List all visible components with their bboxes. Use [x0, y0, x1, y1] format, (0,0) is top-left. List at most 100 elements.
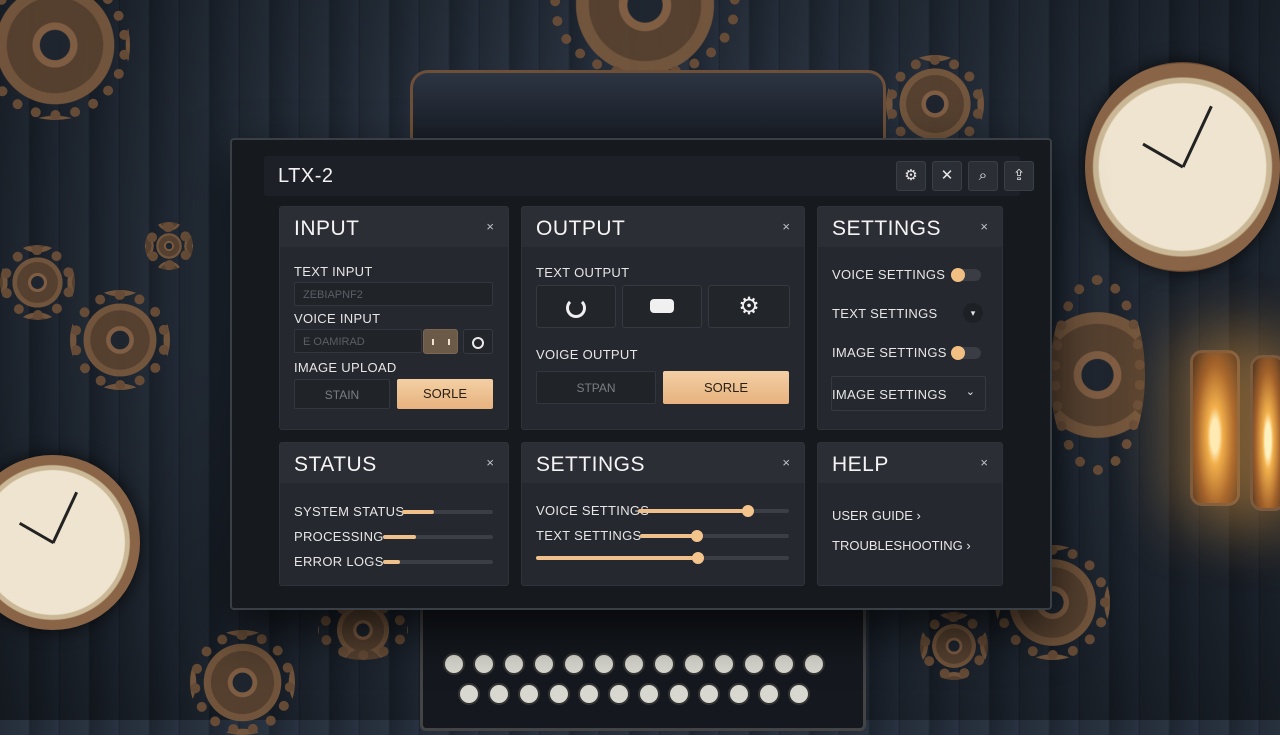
- key-decoration: [623, 653, 645, 675]
- text-settings-slider-label: TEXT SETTINGS: [536, 528, 642, 543]
- gear-decoration-icon: [190, 630, 295, 735]
- gear-icon: ⚙: [738, 293, 760, 320]
- user-button[interactable]: [463, 329, 493, 354]
- tools-button[interactable]: ✕: [932, 161, 962, 191]
- key-decoration: [743, 653, 765, 675]
- unlabeled-settings-slider[interactable]: [536, 552, 789, 564]
- panel-title: HELP: [832, 453, 889, 476]
- clock-decoration-icon: [1085, 62, 1280, 272]
- share-button[interactable]: ⇪: [1004, 161, 1034, 191]
- slider-thumb[interactable]: [691, 552, 704, 564]
- slider-thumb[interactable]: [690, 530, 703, 542]
- key-decoration: [803, 653, 825, 675]
- refresh-icon: [566, 298, 586, 318]
- error-logs-progress-bar: [383, 560, 493, 564]
- key-decoration: [653, 653, 675, 675]
- processing-progress-bar: [383, 535, 493, 539]
- output-panel: OUTPUT × TEXT OUTPUT ⚙ VOIGE OUTPUT STPA…: [521, 206, 805, 430]
- text-settings-slider[interactable]: [640, 530, 789, 542]
- text-input-field[interactable]: ZEBIAPNF2: [294, 282, 493, 306]
- image-settings-dropdown-label: IMAGE SETTINGS: [832, 387, 947, 402]
- close-icon[interactable]: ×: [486, 455, 494, 470]
- status-panel: STATUS × SYSTEM STATUS PROCESSING ERROR …: [279, 442, 509, 586]
- key-decoration: [473, 653, 495, 675]
- gear-decoration-icon: [920, 612, 988, 680]
- stain-button[interactable]: STAIN: [294, 379, 390, 409]
- close-icon[interactable]: ×: [782, 219, 790, 234]
- key-decoration: [788, 683, 810, 705]
- key-decoration: [518, 683, 540, 705]
- close-icon[interactable]: ×: [980, 455, 988, 470]
- voice-settings-label: VOICE SETTINGS: [832, 267, 946, 282]
- image-settings-dropdown[interactable]: IMAGE SETTINGS ⌄: [831, 376, 986, 411]
- text-settings-expand-button[interactable]: ▾: [963, 303, 983, 323]
- media-output-button[interactable]: [622, 285, 702, 328]
- status-row-label: ERROR LOGS: [294, 554, 384, 569]
- troubleshooting-link[interactable]: TROUBLESHOOTING ›: [832, 538, 971, 553]
- key-decoration: [773, 653, 795, 675]
- key-decoration: [578, 683, 600, 705]
- help-panel: HELP × USER GUIDE › TROUBLESHOOTING ›: [817, 442, 1003, 586]
- key-decoration: [683, 653, 705, 675]
- title-bar: LTX-2 ⚙ ✕ ⌕ ⇪: [264, 156, 1034, 196]
- settings-panel-header: SETTINGS ×: [818, 207, 1002, 247]
- sorle-output-button[interactable]: SORLE: [663, 371, 789, 404]
- input-panel-header: INPUT ×: [280, 207, 508, 247]
- refresh-output-button[interactable]: [536, 285, 616, 328]
- gear-decoration-icon: [145, 222, 193, 270]
- user-guide-link[interactable]: USER GUIDE ›: [832, 508, 921, 523]
- progress-fill: [383, 560, 400, 564]
- app-window: LTX-2 ⚙ ✕ ⌕ ⇪ INPUT × TEXT INPUT ZEBIAPN…: [230, 138, 1052, 610]
- key-decoration: [713, 653, 735, 675]
- key-decoration: [728, 683, 750, 705]
- gear-decoration-icon: [1050, 275, 1145, 475]
- key-decoration: [533, 653, 555, 675]
- image-settings-label: IMAGE SETTINGS: [832, 345, 947, 360]
- voice-settings-slider-label: VOICE SETTINGS: [536, 503, 650, 518]
- status-progress-bar: [402, 510, 493, 514]
- image-settings-toggle[interactable]: [951, 346, 981, 360]
- status-row-label: SYSTEM STATUS: [294, 504, 405, 519]
- close-icon[interactable]: ×: [486, 219, 494, 234]
- voice-input-field[interactable]: E OAMIRAD: [294, 329, 422, 353]
- search-icon: ⌕: [978, 167, 988, 184]
- input-panel: INPUT × TEXT INPUT ZEBIAPNF2 VOICE INPUT…: [279, 206, 509, 430]
- progress-fill: [383, 535, 416, 539]
- record-button[interactable]: [423, 329, 458, 354]
- chevron-down-icon: ▾: [970, 308, 976, 318]
- voice-settings-toggle[interactable]: [951, 268, 981, 282]
- close-icon[interactable]: ×: [782, 455, 790, 470]
- panel-title: SETTINGS: [832, 217, 942, 240]
- output-settings-button[interactable]: ⚙: [708, 285, 790, 328]
- gear-decoration-icon: [0, 245, 75, 320]
- key-decoration: [668, 683, 690, 705]
- progress-fill: [402, 510, 434, 514]
- slider-thumb[interactable]: [742, 505, 755, 517]
- voice-settings-slider[interactable]: [638, 505, 789, 517]
- share-icon: ⇪: [1012, 167, 1026, 184]
- stpan-button[interactable]: STPAN: [536, 371, 656, 404]
- settings-panel: SETTINGS × VOICE SETTINGS TEXT SETTINGS …: [817, 206, 1003, 430]
- voice-input-label: VOICE INPUT: [294, 311, 381, 326]
- key-decoration: [593, 653, 615, 675]
- settings-sliders-panel: SETTINGS × VOICE SETTINGS TEXT SETTINGS: [521, 442, 805, 586]
- lamp-decoration-icon: [1250, 355, 1280, 511]
- sorle-button[interactable]: SORLE: [397, 379, 493, 409]
- slider-fill: [640, 534, 697, 538]
- close-icon[interactable]: ×: [980, 219, 988, 234]
- key-decoration: [488, 683, 510, 705]
- waveform-icon: [431, 339, 450, 345]
- settings-button[interactable]: ⚙: [896, 161, 926, 191]
- settings-sliders-panel-header: SETTINGS ×: [522, 443, 804, 483]
- slider-fill: [638, 509, 749, 513]
- panel-title: SETTINGS: [536, 453, 646, 476]
- tools-icon: ✕: [940, 167, 954, 184]
- voice-output-label: VOIGE OUTPUT: [536, 347, 638, 362]
- key-decoration: [443, 653, 465, 675]
- user-icon: [472, 337, 484, 349]
- panel-title: INPUT: [294, 217, 360, 240]
- key-decoration: [458, 683, 480, 705]
- help-panel-header: HELP ×: [818, 443, 1002, 483]
- gear-decoration-icon: [70, 290, 170, 390]
- search-button[interactable]: ⌕: [968, 161, 998, 191]
